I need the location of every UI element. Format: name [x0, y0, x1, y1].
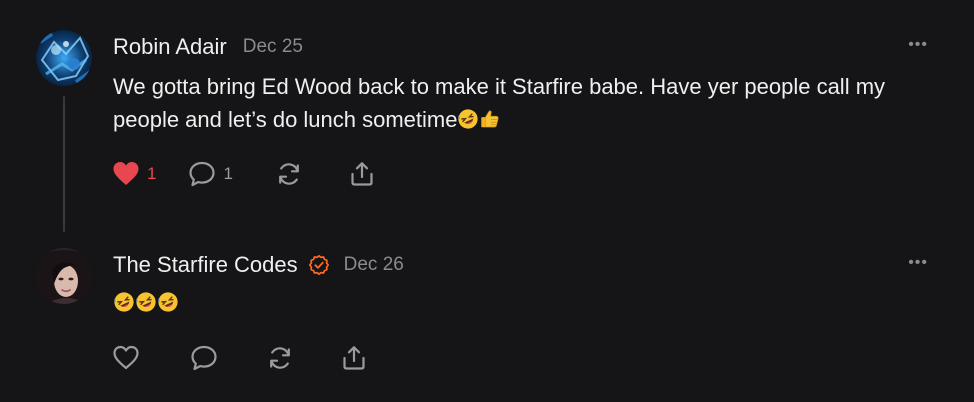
- like-count: 1: [147, 164, 157, 183]
- thread-line: [63, 96, 65, 232]
- share-icon: [351, 162, 373, 186]
- like-button[interactable]: 1: [112, 161, 156, 187]
- rolling-on-floor-laughing-emoji: [458, 109, 479, 129]
- reply-post: The Starfire Codes Dec 26 •••: [0, 240, 974, 402]
- more-options-icon[interactable]: •••: [908, 254, 928, 272]
- post-actions: 1 1: [112, 160, 376, 188]
- post-body: We gotta bring Ed Wood back to make it S…: [113, 70, 943, 136]
- share-button[interactable]: [340, 344, 368, 372]
- post-date[interactable]: Dec 25: [243, 36, 303, 58]
- more-options-icon[interactable]: •••: [908, 36, 928, 54]
- post-date[interactable]: Dec 26: [344, 254, 404, 276]
- author-name[interactable]: The Starfire Codes: [113, 252, 298, 278]
- thumbs-up-emoji: [481, 110, 500, 128]
- post-header: Robin Adair Dec 25: [113, 34, 303, 60]
- author-name[interactable]: Robin Adair: [113, 34, 227, 60]
- rolling-on-floor-laughing-emoji: [114, 292, 134, 312]
- speech-bubble-icon: [191, 345, 217, 371]
- post-header: The Starfire Codes Dec 26: [113, 252, 404, 278]
- repost-button[interactable]: [265, 344, 295, 372]
- repost-button[interactable]: [274, 160, 304, 188]
- rolling-on-floor-laughing-emoji: [136, 292, 156, 312]
- like-button[interactable]: [112, 345, 140, 371]
- post-actions: [112, 344, 368, 372]
- avatar[interactable]: [36, 248, 92, 304]
- verified-badge-icon: [308, 254, 330, 276]
- reply-count: 1: [223, 164, 233, 183]
- repost-icon: [270, 347, 290, 369]
- heart-filled-icon: [113, 162, 139, 185]
- repost-icon: [279, 163, 299, 185]
- share-icon: [343, 346, 365, 370]
- heart-outline-icon: [113, 345, 139, 370]
- share-button[interactable]: [348, 160, 376, 188]
- rolling-on-floor-laughing-emoji: [158, 292, 178, 312]
- avatar[interactable]: [36, 30, 92, 86]
- reply-button[interactable]: 1: [188, 160, 233, 188]
- speech-bubble-icon: [189, 161, 216, 187]
- reply-button[interactable]: [190, 344, 218, 372]
- reply-post: Robin Adair Dec 25 ••• We gotta bring Ed…: [0, 0, 974, 240]
- post-body: [113, 286, 943, 319]
